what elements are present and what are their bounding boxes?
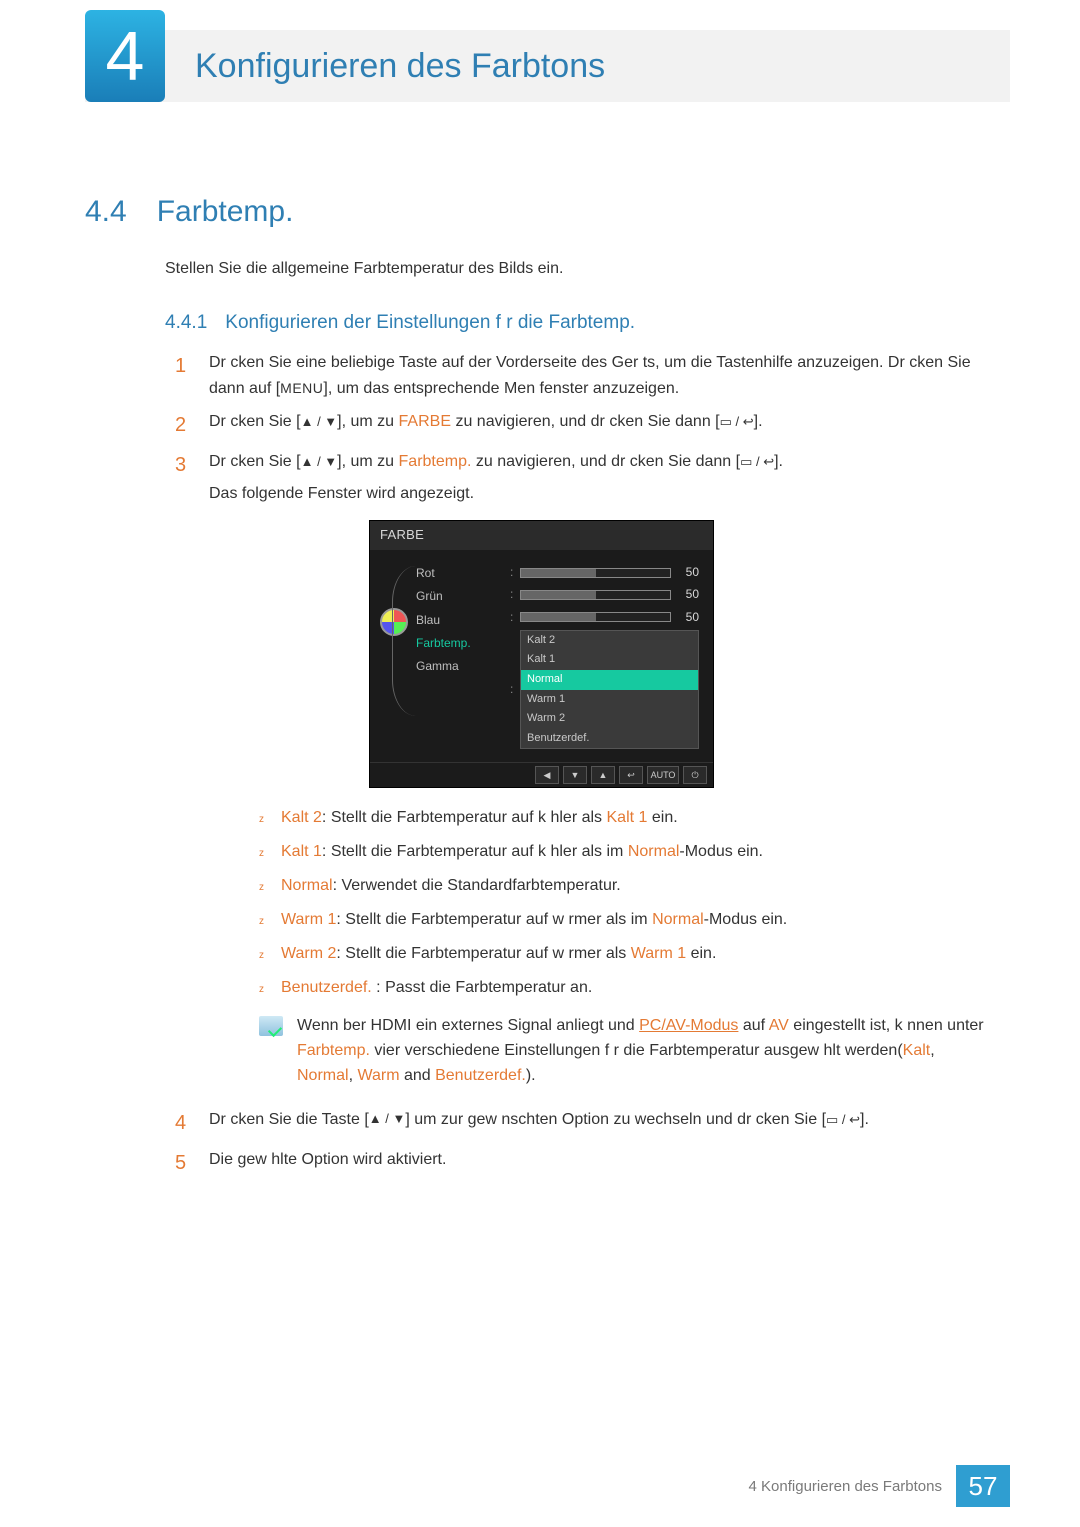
step-5: 5 Die gew hlte Option wird aktiviert.: [175, 1147, 995, 1179]
osd-btn-enter: ↩: [619, 766, 643, 784]
chapter-title: Konfigurieren des Farbtons: [195, 47, 605, 86]
chapter-number-badge: 4: [85, 10, 165, 102]
step-list: 1 Dr cken Sie eine beliebige Taste auf d…: [175, 350, 995, 1187]
section-number: 4.4: [85, 195, 127, 229]
osd-window: FARBE Rot Grün Blau Farbtemp. Gamma: [369, 520, 714, 788]
note-text: Wenn ber HDMI ein externes Signal anlieg…: [297, 1014, 995, 1088]
step-number: 4: [175, 1107, 191, 1139]
step-4: 4 Dr cken Sie die Taste [▲ / ▼] um zur g…: [175, 1107, 995, 1139]
bullet-icon: z: [259, 948, 267, 966]
osd-menu-list: Rot Grün Blau Farbtemp. Gamma: [376, 556, 506, 756]
dd-kalt2: Kalt 2: [521, 631, 698, 651]
value-blau: 50: [677, 608, 699, 627]
bullet-kalt2: z Kalt 2: Stellt die Farbtemperatur auf …: [259, 806, 995, 830]
note-icon: [259, 1016, 283, 1036]
osd-btn-down: ▼: [563, 766, 587, 784]
osd-dropdown-farbtemp: Kalt 2 Kalt 1 Normal Warm 1 Warm 2 Benut…: [520, 630, 699, 750]
pcav-link: PC/AV-Modus: [639, 1017, 738, 1034]
slider-gruen: [520, 590, 671, 600]
section-title: Farbtemp.: [157, 195, 294, 229]
value-rot: 50: [677, 563, 699, 582]
osd-btn-auto: AUTO: [647, 766, 679, 784]
bullet-benutzerdef: z Benutzerdef. : Passt die Farbtemperatu…: [259, 976, 995, 1000]
step-2: 2 Dr cken Sie [▲ / ▼], um zu FARBE zu na…: [175, 409, 995, 441]
step-body: Dr cken Sie die Taste [▲ / ▼] um zur gew…: [209, 1107, 995, 1139]
step-3: 3 Dr cken Sie [▲ / ▼], um zu Farbtemp. z…: [175, 449, 995, 1089]
option-bullets: z Kalt 2: Stellt die Farbtemperatur auf …: [259, 806, 995, 1000]
bullet-warm1: z Warm 1: Stellt die Farbtemperatur auf …: [259, 908, 995, 932]
subsection-heading: 4.4.1 Konfigurieren der Einstellungen f …: [165, 312, 635, 334]
chapter-header: Konfigurieren des Farbtons: [85, 30, 1010, 102]
page-number: 57: [969, 1471, 998, 1502]
step-number: 2: [175, 409, 191, 441]
note-box: Wenn ber HDMI ein externes Signal anlieg…: [259, 1014, 995, 1088]
bullet-icon: z: [259, 880, 267, 898]
subsection-title: Konfigurieren der Einstellungen f r die …: [225, 312, 635, 334]
subsection-number: 4.4.1: [165, 312, 207, 334]
osd-item-blau: Blau: [416, 609, 500, 632]
dd-normal: Normal: [521, 670, 698, 690]
step-body: Dr cken Sie [▲ / ▼], um zu Farbtemp. zu …: [209, 449, 995, 1089]
footer-label: 4 Konfigurieren des Farbtons: [749, 1478, 942, 1495]
osd-item-gruen: Grün: [416, 585, 500, 608]
osd-item-gamma: Gamma: [416, 655, 500, 678]
osd-values: :50 :50 :50 : Kalt 2 Kalt 1 Normal Warm …: [506, 556, 707, 756]
osd-btn-power: ⏻: [683, 766, 707, 784]
osd-btn-back: ◀: [535, 766, 559, 784]
dd-benutzer: Benutzerdef.: [521, 729, 698, 749]
enter-icon: [720, 413, 754, 430]
page-number-badge: 57: [956, 1465, 1010, 1507]
chapter-number: 4: [106, 16, 145, 96]
bullet-icon: z: [259, 812, 267, 830]
osd-footer: ◀ ▼ ▲ ↩ AUTO ⏻: [370, 762, 713, 787]
step-number: 5: [175, 1147, 191, 1179]
value-gruen: 50: [677, 585, 699, 604]
bullet-icon: z: [259, 846, 267, 864]
dd-warm1: Warm 1: [521, 690, 698, 710]
step-body: Die gew hlte Option wird aktiviert.: [209, 1147, 995, 1179]
slider-rot: [520, 568, 671, 578]
step-body: Dr cken Sie [▲ / ▼], um zu FARBE zu navi…: [209, 409, 995, 441]
step-body: Dr cken Sie eine beliebige Taste auf der…: [209, 350, 995, 401]
farbe-label: FARBE: [399, 413, 451, 430]
bullet-icon: z: [259, 914, 267, 932]
step-number: 3: [175, 449, 191, 1089]
bullet-icon: z: [259, 982, 267, 1000]
curve-decoration: [392, 566, 416, 716]
step-1: 1 Dr cken Sie eine beliebige Taste auf d…: [175, 350, 995, 401]
farbtemp-label: Farbtemp.: [399, 453, 472, 470]
enter-icon: [826, 1111, 860, 1128]
dd-warm2: Warm 2: [521, 709, 698, 729]
up-down-icon: ▲ / ▼: [301, 412, 338, 433]
up-down-icon: ▲ / ▼: [301, 452, 338, 473]
osd-item-rot: Rot: [416, 562, 500, 585]
osd-item-farbtemp: Farbtemp.: [416, 632, 500, 655]
slider-blau: [520, 612, 671, 622]
osd-btn-up: ▲: [591, 766, 615, 784]
bullet-kalt1: z Kalt 1: Stellt die Farbtemperatur auf …: [259, 840, 995, 864]
osd-title: FARBE: [370, 521, 713, 550]
menu-label: MENU: [280, 380, 323, 396]
dd-kalt1: Kalt 1: [521, 650, 698, 670]
bullet-warm2: z Warm 2: Stellt die Farbtemperatur auf …: [259, 942, 995, 966]
section-intro: Stellen Sie die allgemeine Farbtemperatu…: [165, 260, 995, 278]
step-number: 1: [175, 350, 191, 401]
page-footer: 4 Konfigurieren des Farbtons 57: [85, 1465, 1010, 1507]
up-down-icon: ▲ / ▼: [369, 1109, 406, 1130]
bullet-normal: z Normal: Verwendet die Standardfarbtemp…: [259, 874, 995, 898]
section-heading: 4.4 Farbtemp.: [85, 195, 293, 229]
enter-icon: [740, 453, 774, 470]
